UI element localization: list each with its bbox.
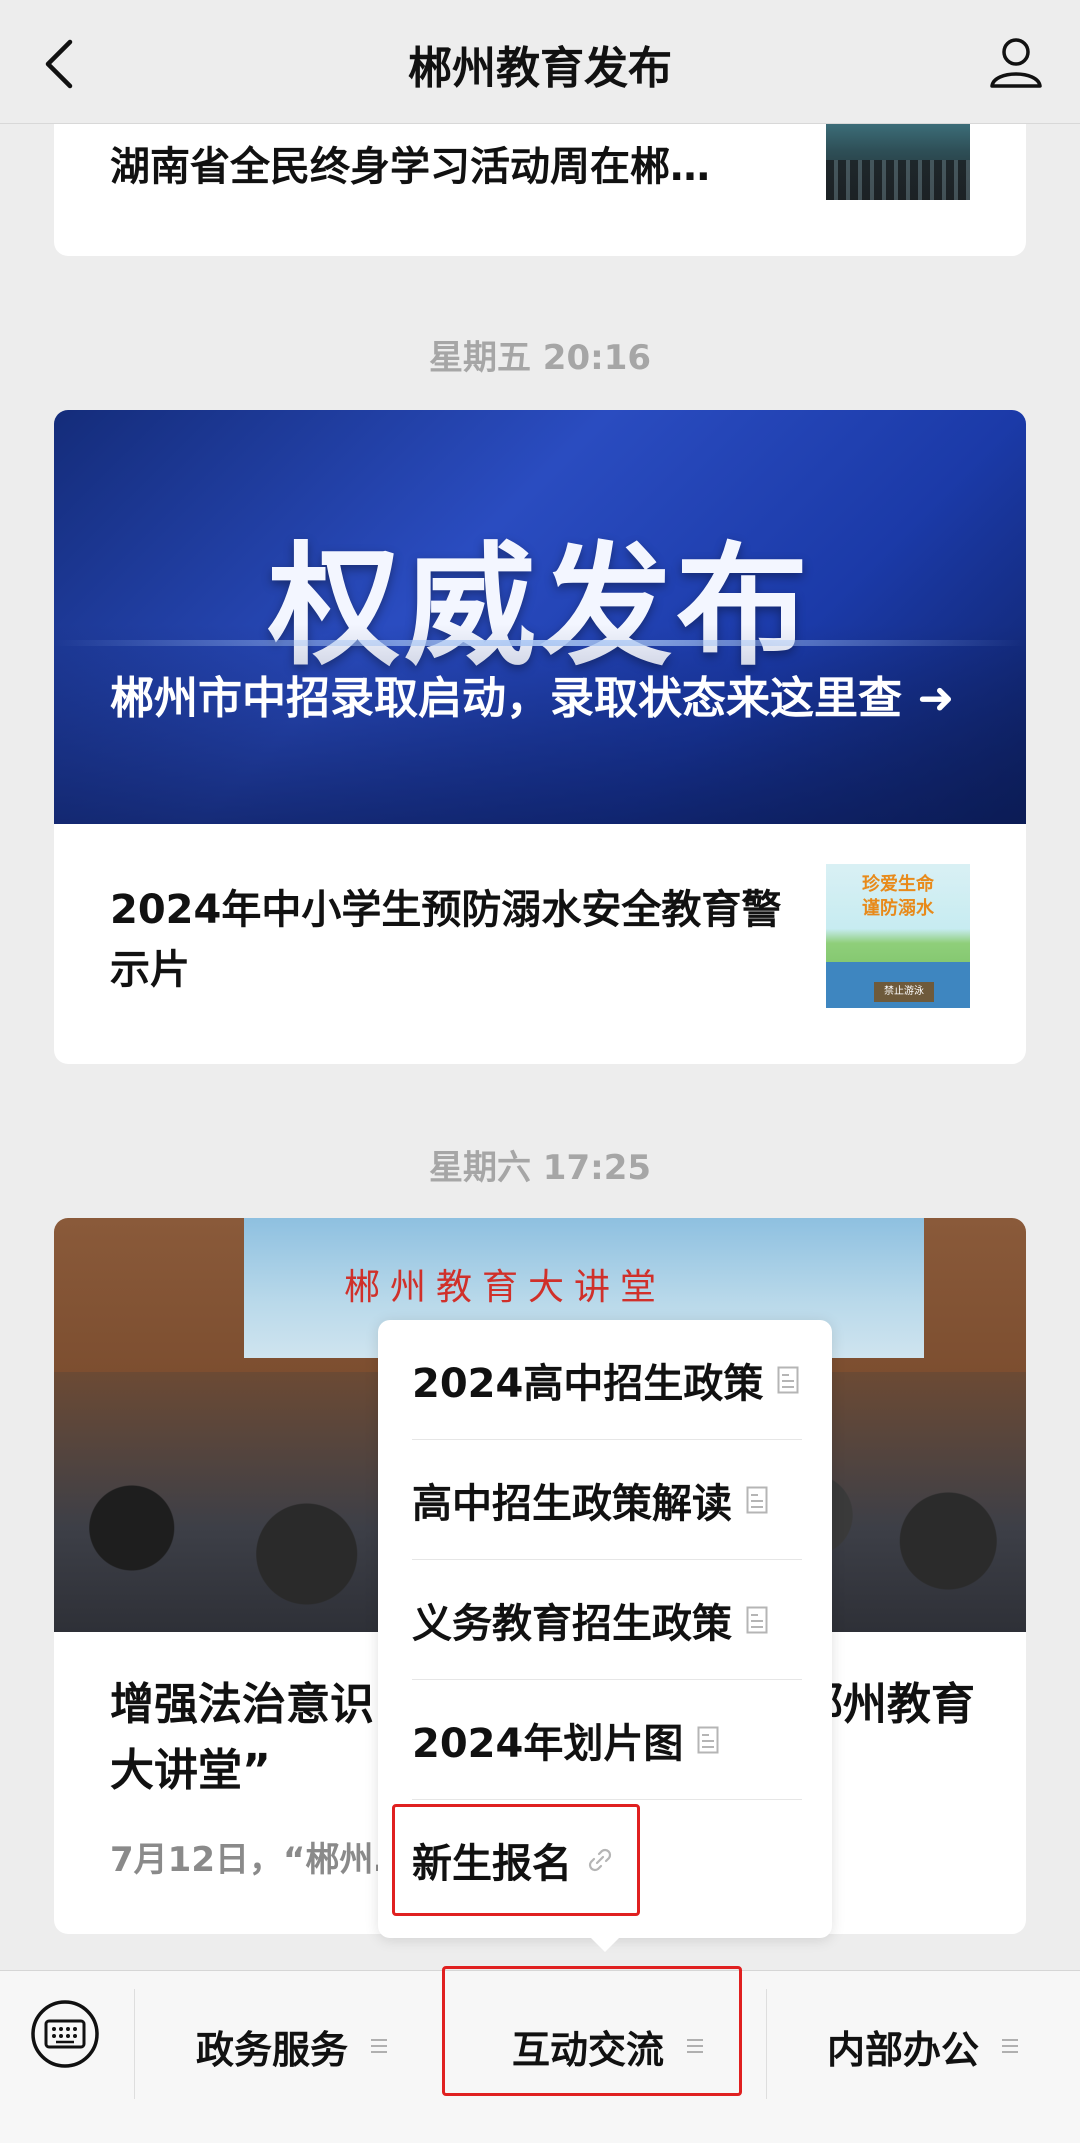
article-thumbnail: 珍爱生命 谨防溺水 禁止游泳 bbox=[826, 864, 970, 1008]
article-icon bbox=[697, 1726, 719, 1753]
article-group-card: 权威发布 郴州市中招录取启动，录取状态来这里查 ➜ 2024年中小学生预防溺水安… bbox=[54, 410, 1026, 1064]
menu-lines-icon bbox=[371, 2039, 387, 2053]
menu-item-policy-interpretation[interactable]: 高中招生政策解读 bbox=[412, 1440, 802, 1560]
thumb-caption: 珍爱生命 bbox=[862, 874, 934, 895]
thumb-caption: 谨防溺水 bbox=[862, 898, 934, 919]
menu-item-label: 2024高中招生政策 bbox=[412, 1360, 764, 1407]
tab-internal-office[interactable]: 内部办公 bbox=[766, 1971, 1080, 2121]
cover-headline: 郴州市中招录取启动，录取状态来这里查 ➜ bbox=[110, 673, 955, 724]
cover-banner[interactable]: 权威发布 郴州市中招录取启动，录取状态来这里查 ➜ bbox=[54, 410, 1026, 824]
tab-government-services[interactable]: 政务服务 bbox=[134, 1971, 450, 2121]
menu-item-label: 2024年划片图 bbox=[412, 1720, 684, 1767]
tab-label: 内部办公 bbox=[826, 2027, 979, 2072]
menu-item-compulsory-education-policy[interactable]: 义务教育招生政策 bbox=[412, 1560, 802, 1680]
menu-lines-icon bbox=[1002, 2039, 1018, 2053]
highlight-box-interactive-communication bbox=[442, 1966, 742, 2096]
keyboard-icon[interactable] bbox=[30, 1999, 100, 2069]
article-thumbnail bbox=[826, 124, 970, 200]
menu-item-2024-district-map[interactable]: 2024年划片图 bbox=[412, 1680, 802, 1800]
article-icon bbox=[777, 1366, 799, 1393]
highlight-box-new-student-registration bbox=[392, 1804, 640, 1916]
menu-item-label: 高中招生政策解读 bbox=[412, 1480, 732, 1527]
menu-item-2024-high-school-policy[interactable]: 2024高中招生政策 bbox=[412, 1320, 802, 1440]
message-timestamp: 星期五 20:16 bbox=[428, 338, 652, 378]
article-title[interactable]: 2024年中小学生预防溺水安全教育警示片 bbox=[110, 880, 790, 1000]
person-icon[interactable] bbox=[988, 34, 1044, 90]
thumb-sign: 禁止游泳 bbox=[874, 982, 934, 1002]
article-title: 湖南省全民终身学习活动周在郴… bbox=[110, 144, 710, 190]
menu-item-label: 义务教育招生政策 bbox=[412, 1600, 732, 1647]
message-timestamp: 星期六 17:25 bbox=[428, 1148, 652, 1188]
top-nav-bar: 郴州教育发布 bbox=[0, 0, 1080, 124]
page-title: 郴州教育发布 bbox=[408, 43, 672, 94]
tab-label: 政务服务 bbox=[195, 2027, 348, 2072]
screen-caption: 郴州教育大讲堂 bbox=[344, 1267, 667, 1308]
article-icon bbox=[746, 1606, 768, 1633]
article-icon bbox=[746, 1486, 768, 1513]
